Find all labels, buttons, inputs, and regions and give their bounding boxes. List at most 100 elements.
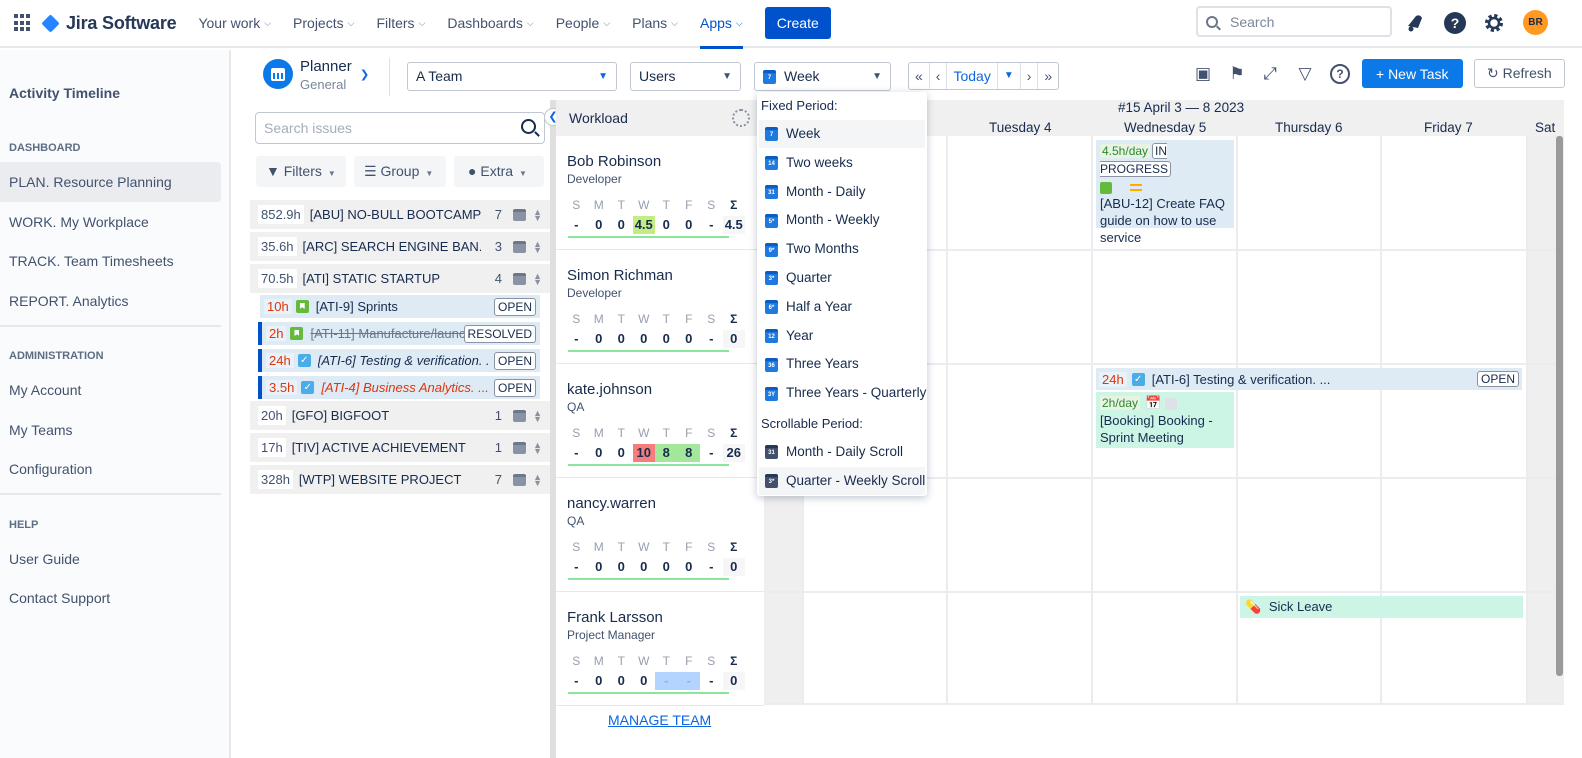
nav-plans[interactable]: Plans ⌵ [632,0,678,47]
sort-arrows-icon[interactable]: ▲ ▼ [533,207,542,222]
new-task-button[interactable]: + New Task [1362,59,1463,88]
nav-people[interactable]: People ⌵ [556,0,610,47]
workload-settings-gear-icon[interactable] [732,109,750,127]
task-row[interactable]: 10h [ATI-9] Sprints OPEN [260,295,540,318]
task-row[interactable]: 24h ✓ [ATI-6] Testing & verification. ... O… [258,349,540,372]
calendar-scrollbar[interactable] [1556,136,1563,676]
period-option-month-daily[interactable]: Month - Daily [759,178,925,206]
nav-dashboards[interactable]: Dashboards ⌵ [447,0,533,47]
calendar-check-icon[interactable] [513,208,526,221]
project-row[interactable]: 20h [GFO] BIGFOOT 1 ▲ ▼ [250,401,550,430]
event-ati-6[interactable]: 24h ✓ [ATI-6] Testing & verification. ..… [1096,368,1522,390]
sort-arrows-icon[interactable]: ▲ ▼ [533,271,542,286]
jira-logo[interactable]: Jira Software [41,13,177,34]
fullscreen-icon[interactable]: ⤢ [1260,64,1280,84]
calendar-check-icon[interactable] [513,409,526,422]
person-name[interactable]: kate.johnson [567,381,652,398]
previous-button[interactable]: ‹ [930,63,948,89]
person-row[interactable]: Bob Robinson Developer S M T W T F S Σ -0 0 4.5 0 0-4… [556,136,764,250]
user-avatar[interactable]: BR [1523,10,1548,35]
nav-your-work[interactable]: Your work ⌵ [198,0,271,47]
nav-apps[interactable]: Apps ⌵ [700,0,743,49]
period-option-half-a-year[interactable]: Half a Year [759,293,925,321]
extra-button[interactable]: ● Extra ▼ [454,156,544,187]
sidebar-item-contact-support[interactable]: Contact Support [0,578,221,618]
search-issues-input[interactable]: Search issues [255,112,545,144]
planner-chevron-down-icon[interactable]: ❯ [360,68,369,81]
sidebar-item-plan[interactable]: PLAN. Resource Planning [0,162,221,202]
calendar-check-icon[interactable] [513,240,526,253]
person-row[interactable]: Frank Larsson Project Manager S M T W T F S Σ -0 0… [556,592,764,706]
refresh-button[interactable]: ↻ Refresh [1474,59,1565,88]
period-option-three-years-quarterly[interactable]: Three Years - Quarterly [759,379,926,407]
event-booking[interactable]: 2h/day 📅 [Booking] Booking - Sprint Meeti… [1096,392,1234,448]
today-dropdown-chevron-icon[interactable]: ▼ [998,63,1021,89]
project-row[interactable]: 35.6h [ARC] SEARCH ENGINE BAN... 3 ▲ ▼ [250,232,550,261]
period-option-quarter-weekly-scroll[interactable]: Quarter - Weekly Scroll [759,466,925,495]
project-row[interactable]: 852.9h [ABU] NO-BULL BOOTCAMP 7 ▲ ▼ [250,200,550,229]
notifications-bell-icon[interactable] [1404,12,1426,34]
planner-calendar-icon[interactable] [263,59,293,89]
task-row[interactable]: 3.5h ✓ [ATI-4] Business Analytics. ... OPEN [258,376,540,399]
team-select[interactable]: A Team ▼ [407,62,617,91]
period-option-two-weeks[interactable]: Two weeks [759,149,925,177]
person-row[interactable]: kate.johnson QA S M T W T F S Σ -0 0 10 8 8-26 [556,364,764,478]
jump-back-button[interactable]: « [909,63,930,89]
planner-title[interactable]: Planner [300,58,352,75]
project-row[interactable]: 328h [WTP] WEBSITE PROJECT 7 ▲ ▼ [250,465,550,494]
filters-button[interactable]: ▼ Filters ▼ [256,156,346,187]
sidebar-item-track[interactable]: TRACK. Team Timesheets [0,241,221,281]
sidebar-item-work[interactable]: WORK. My Workplace [0,202,221,242]
person-row[interactable]: Simon Richman Developer S M T W T F S Σ -0 0 0 0 0-0 [556,250,764,364]
users-select[interactable]: Users ▼ [630,62,741,91]
group-button[interactable]: ☰ Group ▼ [354,156,446,187]
flag-icon[interactable]: ⚑ [1227,64,1247,84]
sidebar-title[interactable]: Activity Timeline [9,85,120,101]
period-option-month-daily-scroll[interactable]: Month - Daily Scroll [759,438,925,466]
sort-arrows-icon[interactable]: ▲ ▼ [533,440,542,455]
sidebar-item-my-teams[interactable]: My Teams [0,410,221,450]
help-icon[interactable]: ? [1444,12,1466,34]
person-name[interactable]: Frank Larsson [567,609,663,626]
period-option-month-weekly[interactable]: Month - Weekly [759,206,925,234]
global-search-input[interactable]: Search [1196,6,1392,37]
project-count: 4 [494,271,502,286]
settings-gear-icon[interactable] [1483,12,1505,34]
sidebar-item-user-guide[interactable]: User Guide [0,539,221,579]
period-option-week[interactable]: Week [759,120,925,148]
period-select[interactable]: Week ▼ [754,62,891,91]
period-option-quarter[interactable]: Quarter [759,264,925,292]
person-name[interactable]: Simon Richman [567,267,673,284]
sidebar-item-report[interactable]: REPORT. Analytics [0,281,221,321]
person-name[interactable]: Bob Robinson [567,153,661,170]
sidebar-item-configuration[interactable]: Configuration [0,449,221,489]
calendar-check-icon[interactable] [513,441,526,454]
jump-forward-button[interactable]: » [1038,63,1058,89]
calendar-check-icon[interactable] [513,272,526,285]
nav-filters[interactable]: Filters ⌵ [376,0,425,47]
person-name[interactable]: nancy.warren [567,495,656,512]
period-option-two-months[interactable]: Two Months [759,235,925,263]
sidebar-item-my-account[interactable]: My Account [0,370,221,410]
period-option-three-years[interactable]: Three Years [759,350,925,378]
event-sick-leave[interactable]: 💊 Sick Leave [1240,596,1523,618]
calendar-check-icon[interactable] [513,473,526,486]
app-switcher-icon[interactable] [14,14,32,32]
event-abu-12[interactable]: 4.5h/day IN PROGRESS [ABU-12] Create FAQ … [1096,140,1234,245]
project-row[interactable]: 17h [TIV] ACTIVE ACHIEVEMENT 1 ▲ ▼ [250,433,550,462]
help-circle-icon[interactable]: ? [1330,64,1350,84]
task-row[interactable]: 2h [ATI-11] Manufacture/launc... RESOLVED [258,322,540,345]
person-row[interactable]: nancy.warren QA S M T W T F S Σ -0 0 0 0 0-0 [556,478,764,592]
manage-team-link[interactable]: MANAGE TEAM [608,712,711,728]
sort-arrows-icon[interactable]: ▲ ▼ [533,239,542,254]
create-button[interactable]: Create [764,7,831,39]
filter-funnel-icon[interactable]: ▽ [1295,64,1315,84]
project-row[interactable]: 70.5h [ATI] STATIC STARTUP 4 ▲ ▼ [250,264,550,293]
today-button[interactable]: Today [947,63,998,89]
sort-arrows-icon[interactable]: ▲ ▼ [533,408,542,423]
focus-screenshot-icon[interactable]: ▣ [1193,64,1213,84]
next-button[interactable]: › [1021,63,1039,89]
nav-projects[interactable]: Projects ⌵ [293,0,354,47]
period-option-year[interactable]: Year [759,322,925,350]
sort-arrows-icon[interactable]: ▲ ▼ [533,472,542,487]
